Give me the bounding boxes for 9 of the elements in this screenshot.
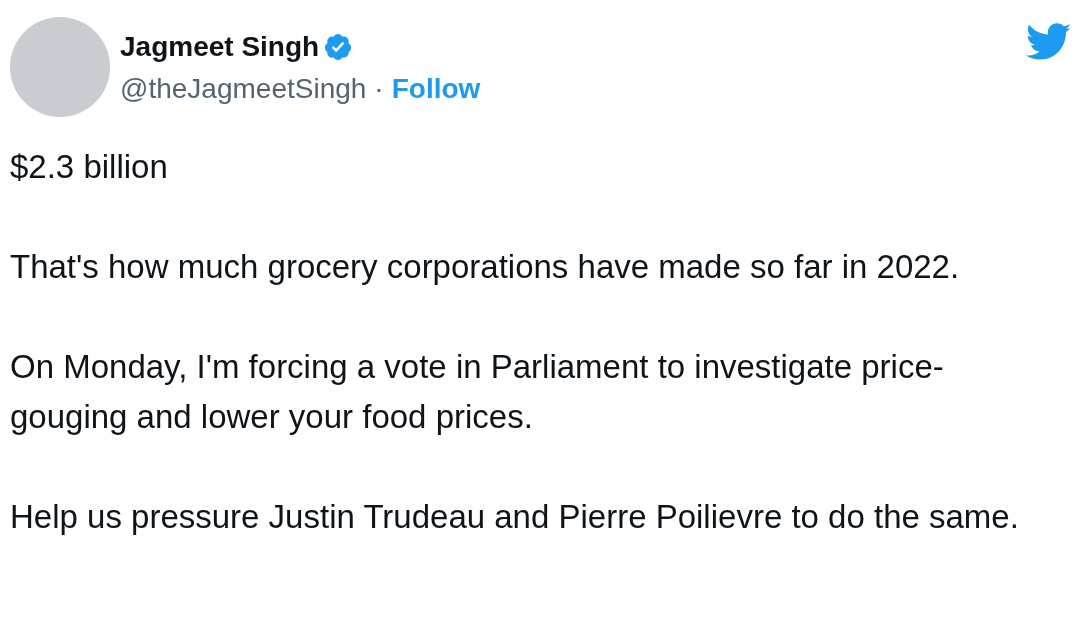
bird-logo-icon [1026, 23, 1072, 61]
author-handle: @theJagmeetSingh [120, 72, 367, 106]
tweet-paragraph: On Monday, I'm forcing a vote in Parliament to investigate price-gouging and lower your food prices. [10, 347, 945, 437]
tweet-paragraph: $2.3 billion [10, 147, 169, 187]
tweet-paragraph: Help us pressure Justin Trudeau and Pierre Poilievre to do the same. [10, 497, 1020, 537]
follow-link[interactable]: Follow [391, 71, 481, 107]
tweet-paragraph: That's how much grocery corporations have made so far in 2022. [10, 247, 961, 287]
author-name: Jagmeet Singh [120, 30, 320, 64]
separator-dot: · [374, 72, 384, 106]
